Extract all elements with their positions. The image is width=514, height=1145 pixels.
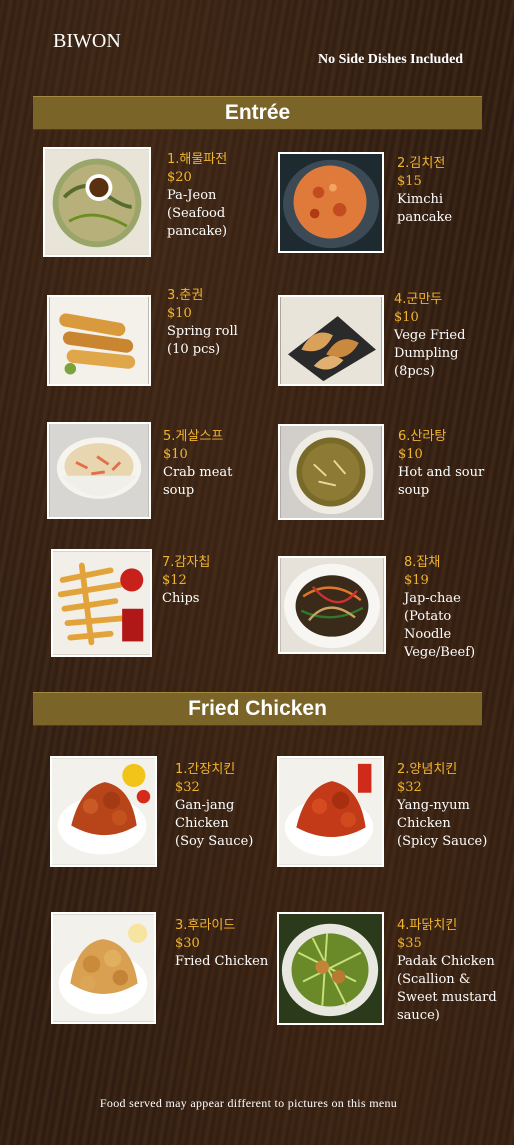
photo-pajeon [43, 147, 151, 257]
item-description: (Scallion & [397, 972, 471, 987]
section-header-entree: Entrée [33, 96, 482, 130]
item-korean-name: 6.산라탕 [398, 429, 447, 444]
item-description: Chips [162, 591, 200, 606]
item-description: Kimchi [397, 192, 444, 207]
item-description: soup [163, 483, 195, 498]
item-description: Crab meat [163, 465, 233, 480]
photo-japchae [278, 556, 386, 654]
menu-item-entree-3: 3.춘권 $10 Spring roll (10 pcs) [167, 287, 238, 359]
item-korean-name: 3.후라이드 [175, 918, 236, 933]
item-korean-name: 5.게살스프 [163, 429, 224, 444]
item-description: Spring roll [167, 324, 238, 339]
item-price: $12 [162, 573, 187, 588]
menu-item-entree-6: 6.산라탕 $10 Hot and sour soup [398, 428, 484, 500]
item-description: Jap-chae [404, 591, 461, 606]
item-korean-name: 2.김치전 [397, 156, 446, 171]
item-price: $15 [397, 174, 422, 189]
item-description: (Soy Sauce) [175, 834, 254, 849]
menu-item-chicken-4: 4.파닭치킨 $35 Padak Chicken (Scallion & Swe… [397, 917, 497, 1025]
item-korean-name: 1.해물파전 [167, 152, 228, 167]
item-korean-name: 4.군만두 [394, 292, 443, 307]
item-price: $32 [175, 780, 200, 795]
item-price: $10 [163, 447, 188, 462]
item-description: Vege Fried [394, 328, 466, 343]
menu-item-chicken-1: 1.간장치킨 $32 Gan-jang Chicken (Soy Sauce) [175, 761, 253, 851]
item-description: Gan-jang [175, 798, 235, 813]
photo-yangnyum-chicken [277, 756, 384, 867]
restaurant-name: BIWON [53, 30, 121, 52]
item-description: sauce) [397, 1008, 440, 1023]
item-korean-name: 2.양념치킨 [397, 762, 458, 777]
photo-chips [51, 549, 152, 657]
photo-fried-chicken [51, 912, 156, 1024]
footer-disclaimer: Food served may appear different to pict… [99, 1096, 398, 1110]
item-price: $19 [404, 573, 429, 588]
menu-item-entree-8: 8.잡채 $19 Jap-chae (Potato Noodle Vege/Be… [404, 554, 475, 662]
photo-fried-dumpling [278, 295, 384, 386]
menu-item-entree-4: 4.군만두 $10 Vege Fried Dumpling (8pcs) [394, 291, 465, 381]
item-description: pancake [397, 210, 453, 225]
menu-item-chicken-2: 2.양념치킨 $32 Yang-nyum Chicken (Spicy Sauc… [397, 761, 487, 851]
photo-padak-chicken [277, 912, 384, 1025]
section-header-fried-chicken: Fried Chicken [33, 692, 482, 726]
item-description: Hot and sour [398, 465, 485, 480]
photo-kimchi-pancake [278, 152, 384, 253]
item-korean-name: 4.파닭치킨 [397, 918, 458, 933]
item-korean-name: 1.간장치킨 [175, 762, 236, 777]
item-price: $10 [394, 310, 419, 325]
menu-item-entree-2: 2.김치전 $15 Kimchi pancake [397, 155, 452, 227]
item-description: Fried Chicken [175, 954, 269, 969]
menu-item-entree-1: 1.해물파전 $20 Pa-Jeon (Seafood pancake) [167, 151, 227, 241]
item-description: (10 pcs) [167, 342, 221, 357]
item-korean-name: 7.감자칩 [162, 555, 211, 570]
item-description: Chicken [175, 816, 229, 831]
item-description: Yang-nyum [397, 798, 470, 813]
item-price: $30 [175, 936, 200, 951]
item-price: $35 [397, 936, 422, 951]
item-description: (Spicy Sauce) [397, 834, 488, 849]
item-price: $32 [397, 780, 422, 795]
item-description: Chicken [397, 816, 451, 831]
item-description: Dumpling [394, 346, 459, 361]
item-description: (Seafood [167, 206, 226, 221]
item-description: soup [398, 483, 430, 498]
item-description: Sweet mustard [397, 990, 497, 1005]
item-description: Noodle [404, 627, 452, 642]
item-price: $10 [398, 447, 423, 462]
menu-item-chicken-3: 3.후라이드 $30 Fried Chicken [175, 917, 268, 971]
menu-item-entree-7: 7.감자칩 $12 Chips [162, 554, 210, 608]
item-korean-name: 8.잡채 [404, 555, 441, 570]
photo-ganjang-chicken [50, 756, 157, 867]
item-description: Padak Chicken [397, 954, 495, 969]
photo-spring-roll [47, 295, 151, 386]
photo-hot-sour-soup [278, 424, 384, 520]
item-price: $10 [167, 306, 192, 321]
side-dishes-note: No Side Dishes Included [318, 52, 464, 67]
item-description: (8pcs) [394, 364, 435, 379]
item-price: $20 [167, 170, 192, 185]
item-description: Pa-Jeon [167, 188, 217, 203]
item-description: Vege/Beef) [404, 645, 476, 660]
item-description: pancake) [167, 224, 228, 239]
item-description: (Potato [404, 609, 452, 624]
photo-crab-soup [47, 422, 151, 519]
item-korean-name: 3.춘권 [167, 288, 204, 303]
menu-item-entree-5: 5.게살스프 $10 Crab meat soup [163, 428, 232, 500]
